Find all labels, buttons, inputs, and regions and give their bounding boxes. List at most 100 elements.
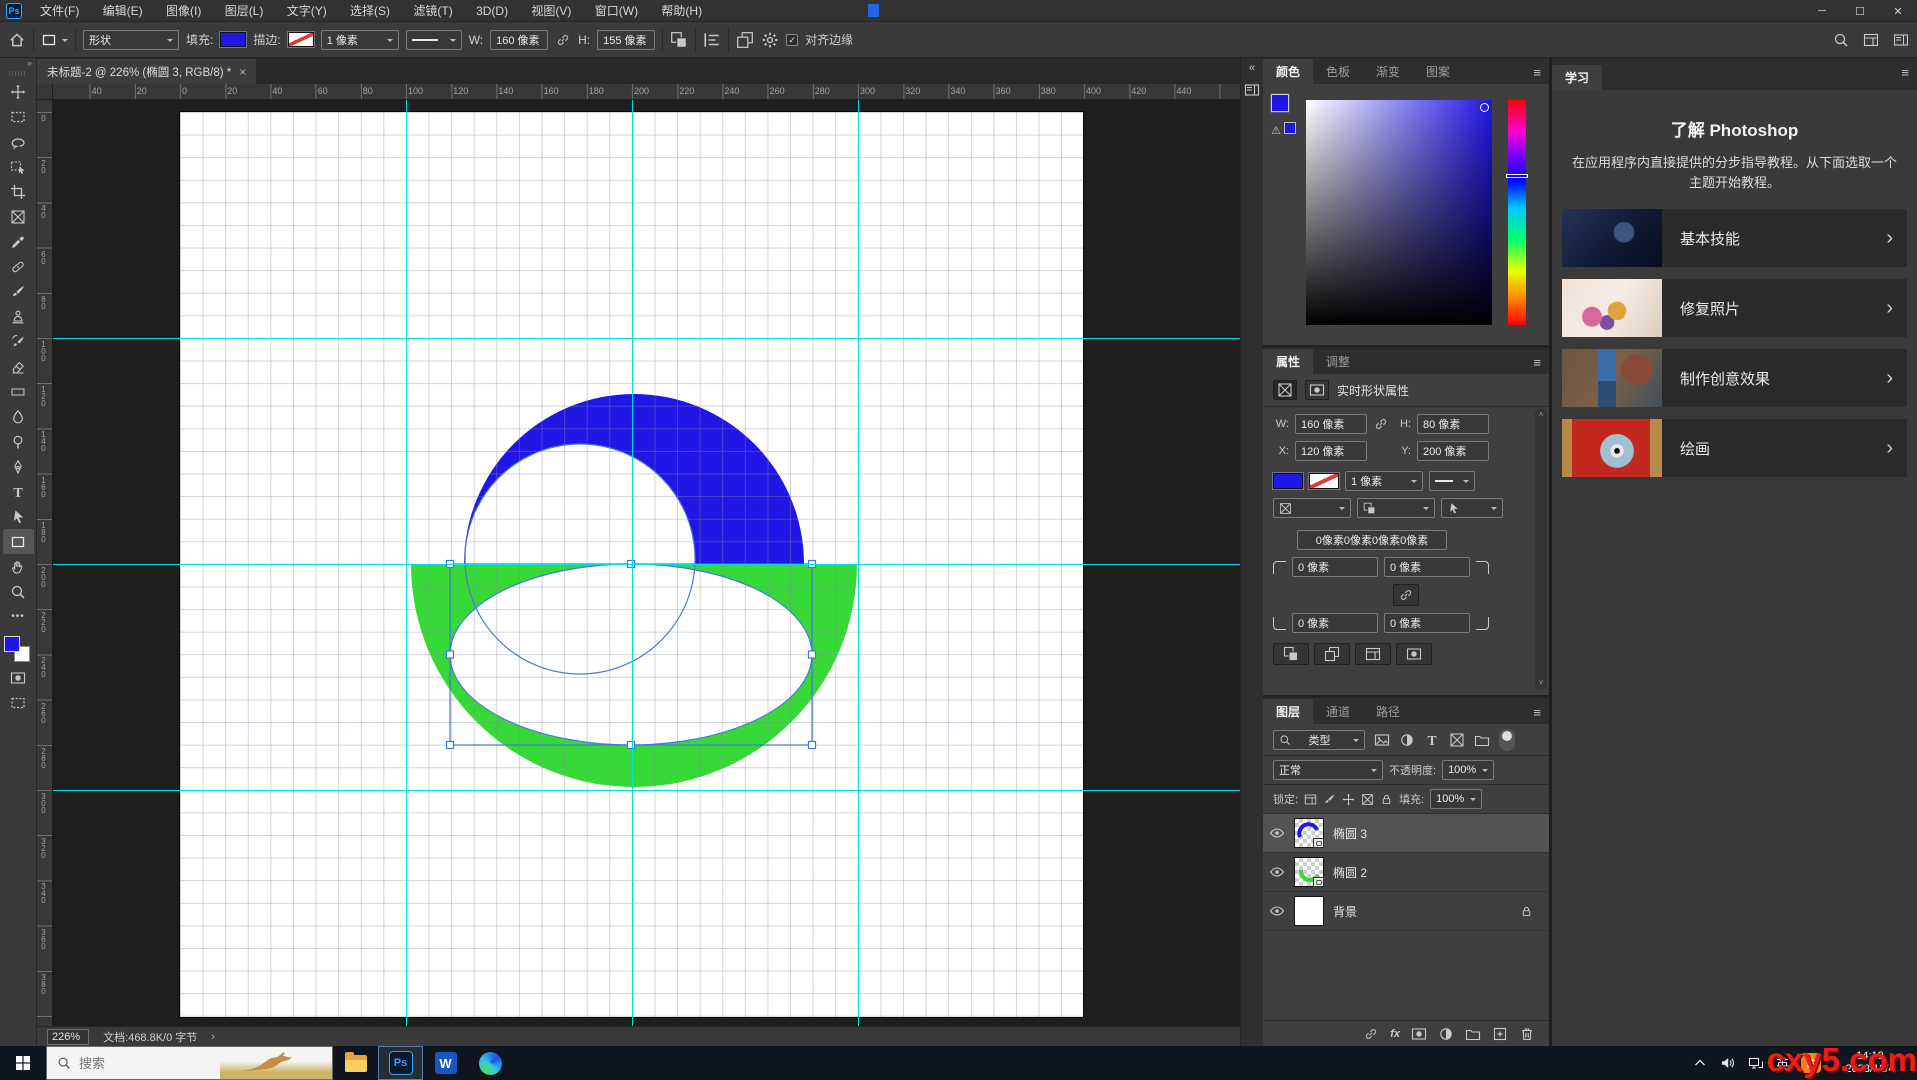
zoom-tool[interactable] <box>3 579 34 604</box>
panel-menu-icon[interactable]: ≡ <box>1901 65 1909 80</box>
crop-tool[interactable] <box>3 179 34 204</box>
foreground-color-swatch[interactable] <box>4 636 20 652</box>
pen-tool[interactable] <box>3 454 34 479</box>
filter-pixel-layers-icon[interactable] <box>1374 732 1390 748</box>
horizontal-ruler[interactable]: 40 20 0 20 40 60 80 100 120 140 160 180 200 220 240 260… <box>37 84 1240 100</box>
corner-br-input[interactable]: 0 像素 <box>1384 613 1470 633</box>
shape-h-input[interactable]: 80 像素 <box>1417 414 1489 434</box>
geometry-options-gear-icon[interactable] <box>761 31 779 49</box>
add-layer-mask-icon[interactable] <box>1411 1026 1427 1042</box>
menu-view[interactable]: 视图(V) <box>521 4 581 18</box>
search-highlight-image[interactable] <box>220 1047 332 1079</box>
scroll-down-icon[interactable]: ˅ <box>1539 678 1544 687</box>
guide-vertical[interactable] <box>858 100 859 1026</box>
rectangle-tool[interactable] <box>2 529 34 554</box>
hue-slider[interactable] <box>1506 100 1528 325</box>
guide-vertical[interactable] <box>406 100 407 1026</box>
filter-smart-objects-icon[interactable] <box>1474 732 1490 748</box>
stroke-style-select[interactable] <box>1429 471 1475 491</box>
stroke-color-swatch[interactable] <box>286 31 315 48</box>
panel-menu-icon[interactable]: ≡ <box>1533 65 1541 80</box>
history-brush-tool[interactable] <box>3 329 34 354</box>
tutorial-card-retouch[interactable]: 修复照片 › <box>1562 279 1907 338</box>
gamut-warning-icon[interactable]: ⚠ <box>1271 125 1281 137</box>
shape-y-input[interactable]: 200 像素 <box>1417 441 1489 461</box>
close-button[interactable]: ✕ <box>1879 0 1917 22</box>
tutorial-card-basics[interactable]: 基本技能 › <box>1562 209 1907 268</box>
saturation-brightness-field[interactable] <box>1306 100 1492 325</box>
gradient-tool[interactable] <box>3 379 34 404</box>
lasso-tool[interactable] <box>3 129 34 154</box>
tab-adjustments[interactable]: 调整 <box>1313 349 1363 374</box>
clone-stamp-tool[interactable] <box>3 304 34 329</box>
link-wh-icon[interactable] <box>1373 416 1389 432</box>
tab-properties[interactable]: 属性 <box>1263 349 1314 374</box>
filter-type-layers-icon[interactable] <box>1424 732 1440 748</box>
guide-horizontal[interactable] <box>53 564 1240 565</box>
new-adjustment-layer-icon[interactable] <box>1438 1026 1454 1042</box>
scroll-up-icon[interactable]: ˄ <box>1539 410 1544 419</box>
vertical-ruler[interactable]: 0 20 40 60 80 100 120 140 160 180 200 220 240 260 280 3… <box>37 84 53 1026</box>
taskbar-explorer-button[interactable] <box>333 1046 378 1080</box>
frame-tool[interactable] <box>3 204 34 229</box>
tutorial-card-painting[interactable]: 绘画 › <box>1562 419 1907 478</box>
spot-healing-brush-tool[interactable] <box>3 254 34 279</box>
stroke-align-select[interactable] <box>1273 498 1351 518</box>
menu-help[interactable]: 帮助(H) <box>651 4 712 18</box>
path-alignment-icon[interactable] <box>703 31 721 49</box>
delete-layer-icon[interactable] <box>1519 1026 1535 1042</box>
filter-toggle[interactable] <box>1499 729 1515 751</box>
layer-thumbnail[interactable] <box>1294 857 1324 887</box>
pathfinder-exclude-button[interactable] <box>1396 643 1432 665</box>
fill-input[interactable]: 100% <box>1430 789 1483 809</box>
layer-row-ellipse3[interactable]: 椭圆 3 <box>1263 814 1549 853</box>
home-icon[interactable] <box>8 31 26 49</box>
zoom-level-field[interactable]: 226% <box>47 1028 90 1045</box>
layer-thumbnail[interactable] <box>1294 818 1324 848</box>
stroke-width-select[interactable]: 1 像素 <box>1345 471 1423 491</box>
eyedropper-tool[interactable] <box>3 229 34 254</box>
layer-filter-select[interactable]: 类型 <box>1273 730 1365 750</box>
minimize-button[interactable]: ─ <box>1803 0 1841 22</box>
hue-slider-marker[interactable] <box>1506 174 1528 179</box>
lock-artboard-icon[interactable] <box>1361 793 1374 806</box>
guide-horizontal[interactable] <box>53 790 1240 791</box>
link-corners-button[interactable] <box>1393 584 1419 606</box>
hand-tool[interactable] <box>3 554 34 579</box>
tab-swatches[interactable]: 色板 <box>1313 59 1363 84</box>
link-dimensions-icon[interactable] <box>555 32 571 48</box>
foreground-color-swatch[interactable] <box>1270 93 1290 113</box>
corner-radius-summary[interactable]: 0像素0像素0像素0像素 <box>1297 530 1447 550</box>
search-input[interactable] <box>79 1055 199 1071</box>
lock-position-icon[interactable] <box>1342 793 1355 806</box>
menu-filter[interactable]: 滤镜(T) <box>403 4 462 18</box>
lock-pixels-icon[interactable] <box>1323 793 1336 806</box>
taskbar-photoshop-button[interactable]: Ps <box>378 1046 423 1080</box>
maximize-button[interactable]: ☐ <box>1841 0 1879 22</box>
taskbar-search-box[interactable] <box>46 1046 333 1080</box>
align-edges-checkbox[interactable]: ✓ <box>786 33 799 46</box>
panel-options-icon[interactable] <box>1893 32 1909 48</box>
stroke-cap-select[interactable] <box>1357 498 1435 518</box>
status-expand-icon[interactable]: › <box>211 1031 215 1043</box>
menu-layer[interactable]: 图层(L) <box>215 4 274 18</box>
layer-thumbnail[interactable] <box>1294 896 1324 926</box>
path-arrangement-icon[interactable] <box>736 31 754 49</box>
edit-toolbar-icon[interactable]: ••• <box>3 604 34 629</box>
new-layer-icon[interactable] <box>1492 1026 1508 1042</box>
shape-w-input[interactable]: 160 像素 <box>1295 414 1367 434</box>
menu-file[interactable]: 文件(F) <box>30 4 89 18</box>
blue-crescent-shape[interactable] <box>464 394 804 564</box>
shape-mode-select[interactable]: 形状 <box>83 29 179 50</box>
workspace-switcher-icon[interactable] <box>1863 32 1879 48</box>
layer-style-fx-icon[interactable]: fx <box>1390 1028 1400 1040</box>
toolbar-grip[interactable] <box>9 71 27 76</box>
filter-adjustment-layers-icon[interactable] <box>1399 732 1415 748</box>
pathfinder-subtract-button[interactable] <box>1314 643 1350 665</box>
tab-learn[interactable]: 学习 <box>1552 65 1603 90</box>
canvas-viewport[interactable]: 40 20 0 20 40 60 80 100 120 140 160 180 200 220 240 260… <box>37 84 1240 1026</box>
shape-height-input[interactable]: 155 像素 <box>597 29 656 50</box>
new-group-icon[interactable] <box>1465 1026 1481 1042</box>
guide-horizontal[interactable] <box>53 338 1240 339</box>
tool-preset-picker[interactable] <box>41 32 68 48</box>
